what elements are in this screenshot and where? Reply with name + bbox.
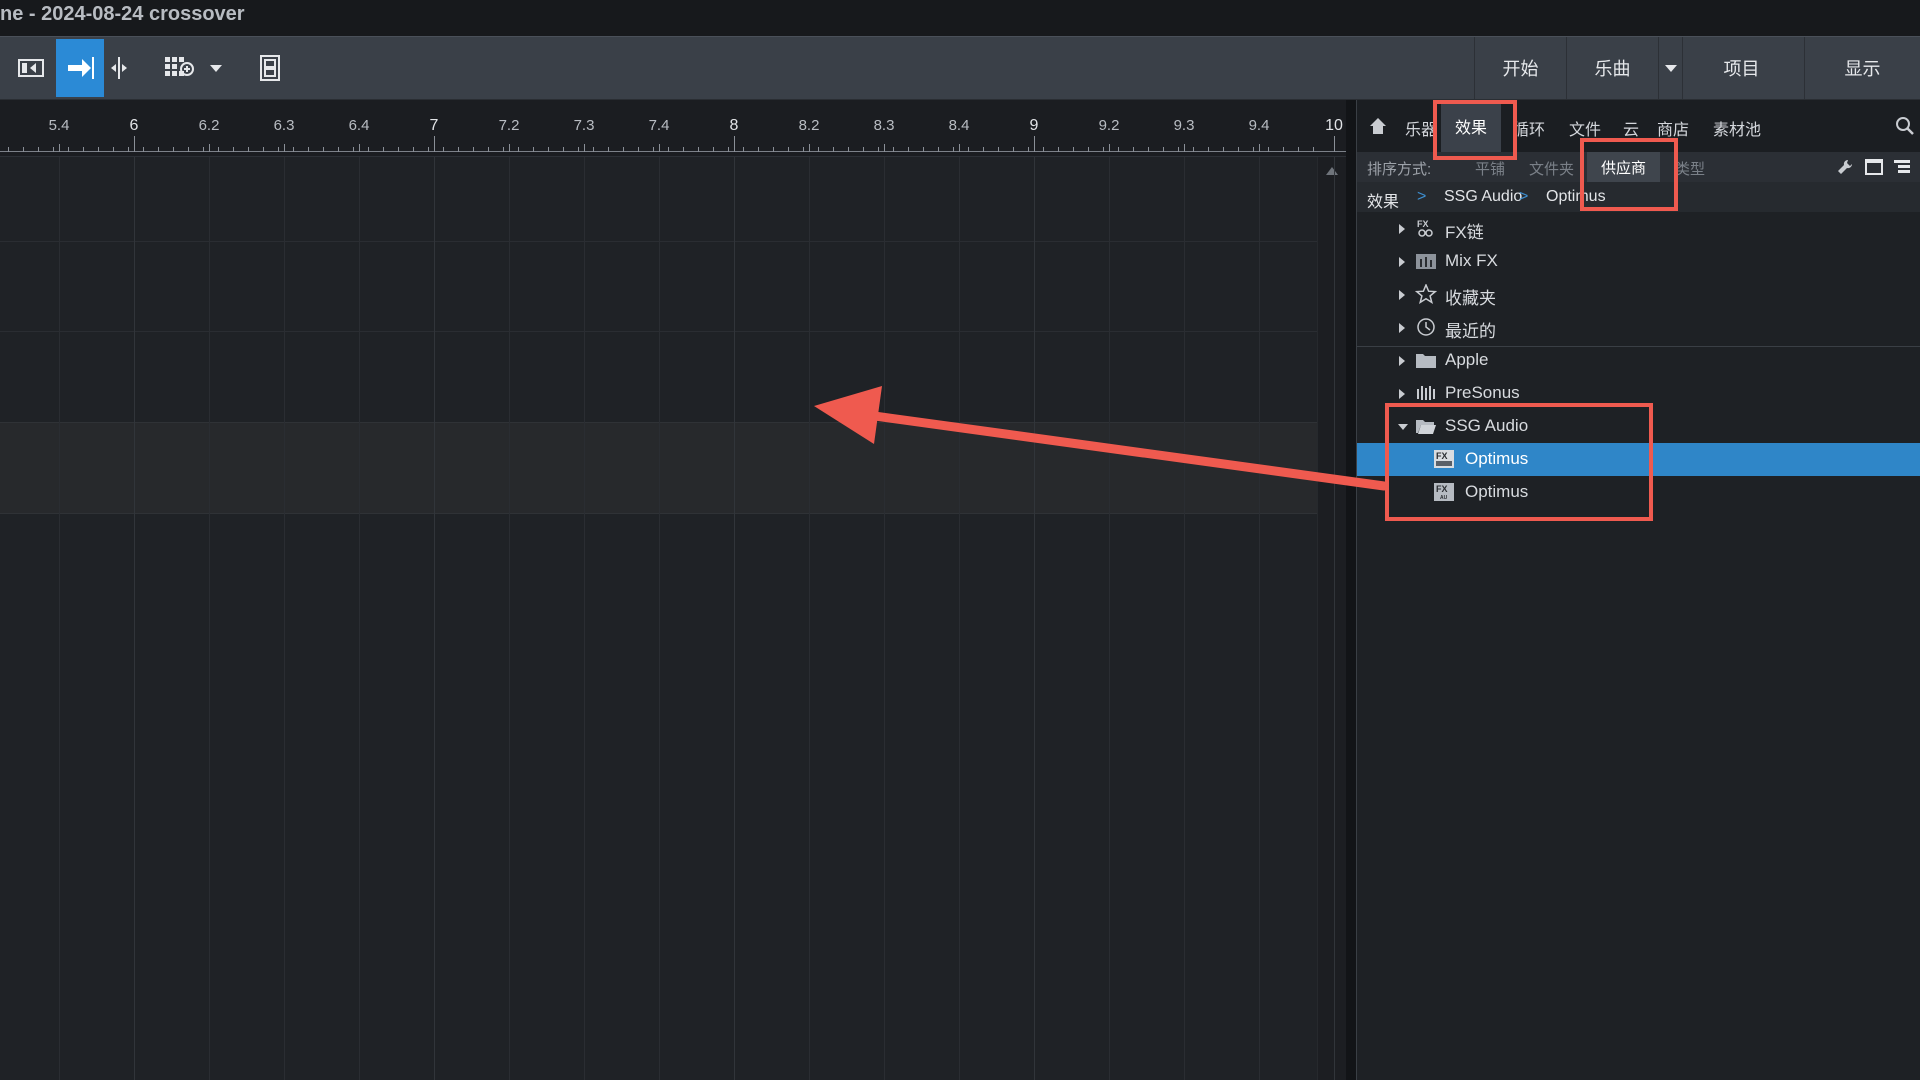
annotation-arrow [814, 386, 1389, 491]
